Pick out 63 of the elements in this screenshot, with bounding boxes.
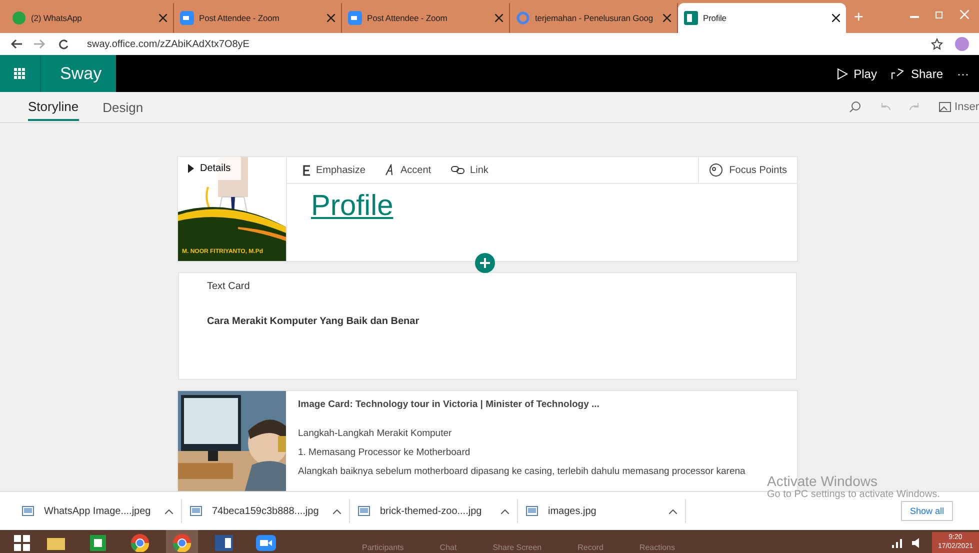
url-text[interactable]: sway.office.com/zZAbiKAdXtx7O8yE [87,38,250,50]
format-tool[interactable]: Accent [385,164,432,176]
network-icon[interactable] [892,538,904,548]
expand-icon[interactable] [188,164,194,173]
show-all-button[interactable]: Show all [900,501,953,521]
card-text[interactable]: 1. Memasang Processor ke Motherboard [298,447,746,458]
star-icon[interactable] [931,38,943,50]
search-icon[interactable] [848,101,861,113]
reload-icon[interactable] [58,38,69,50]
card-type-label: Image Card: Technology tour in Victoria | Minister of Technology ... [298,399,600,410]
caret-icon[interactable] [333,508,341,514]
format-tool[interactable]: Link [451,164,488,176]
caret-icon[interactable] [165,508,173,514]
share-button[interactable]: Share [890,66,943,80]
download-item[interactable]: WhatsApp Image....jpeg [14,499,182,523]
activation-title: Activate Windows [767,473,878,489]
start-icon[interactable] [14,534,30,550]
image-file-icon [526,506,538,516]
close-icon[interactable] [832,14,840,22]
image-file-icon [190,506,202,516]
card-text[interactable]: Alangkah baiknya sebelum motherboard dipasang ke casing, terlebih dahulu memasang processor karena [298,466,746,477]
download-item[interactable]: brick-themed-zoo....jpg [350,499,518,523]
image-icon [938,102,951,112]
view-tab[interactable]: Storyline [28,94,79,120]
app-launcher-icon[interactable] [0,55,41,92]
card-text[interactable]: Cara Merakit Komputer Yang Baik dan Benar [207,316,768,327]
play-button[interactable]: Play [836,66,877,80]
video-camera-icon [348,11,362,25]
close-icon[interactable] [495,14,503,22]
avatar-icon[interactable] [955,37,969,51]
card-text[interactable]: Langkah-Langkah Merakit Komputer [298,428,746,439]
activation-text: Go to PC settings to activate Windows. [767,489,940,500]
plus-icon [480,258,490,268]
letter-a-icon [385,164,396,176]
caret-icon[interactable] [501,508,509,514]
focus-icon [709,163,724,177]
browser-icon[interactable] [166,530,198,553]
add-card-button[interactable] [475,253,495,273]
caret-icon[interactable] [669,508,677,514]
close-icon[interactable] [663,14,671,22]
video-camera-icon [180,11,194,25]
more-button[interactable]: ··· [957,66,969,80]
download-item[interactable]: images.jpg [518,499,686,523]
image-file-icon [358,506,370,516]
view-tab[interactable]: Design [102,94,144,120]
link-icon [451,166,466,174]
close-icon[interactable] [327,14,335,22]
share-icon [890,68,905,80]
close-icon[interactable] [159,14,167,22]
letter-e-icon [303,164,311,176]
insert-button[interactable]: Inser [938,101,979,113]
focus-points-button[interactable]: Focus Points [698,157,797,183]
browser-tab[interactable]: Profile [678,3,846,33]
download-item[interactable]: 74beca159c3b888....jpg [182,499,350,523]
play-icon [836,68,848,80]
back-icon[interactable] [10,39,22,49]
image-file-icon [22,506,34,516]
card-title[interactable]: Profile [311,190,797,223]
card-type-label: Text Card [207,281,251,292]
app-title: Sway [41,55,116,92]
restore-icon[interactable] [935,10,944,19]
document-icon [684,11,698,25]
format-tool[interactable]: Emphasize [303,164,366,176]
